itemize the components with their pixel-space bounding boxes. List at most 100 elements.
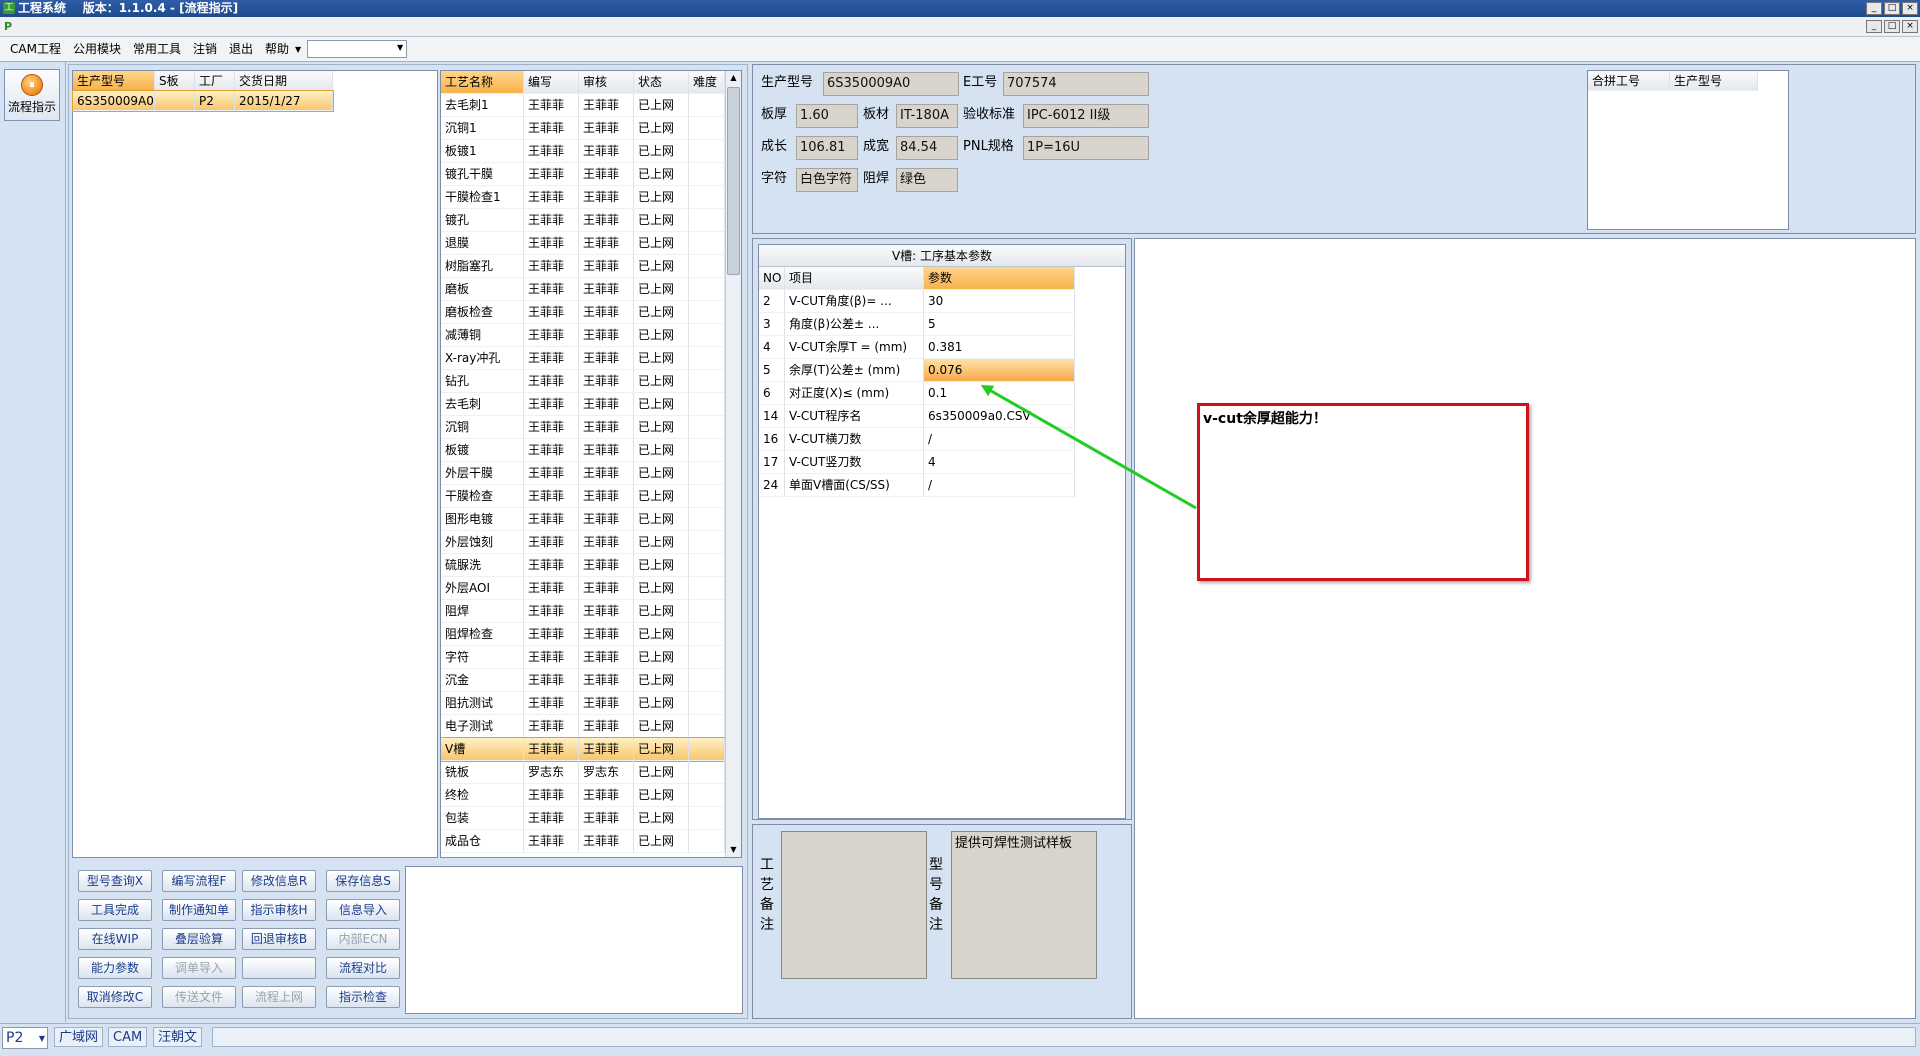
- table-row[interactable]: 磨板 王菲菲 王菲菲 已上网: [441, 278, 725, 301]
- table-row[interactable]: 3 角度(β)公差± ... 5: [759, 313, 1075, 336]
- field-mask[interactable]: 绿色: [896, 168, 958, 192]
- table-row[interactable]: 去毛刺 王菲菲 王菲菲 已上网: [441, 393, 725, 416]
- table-row[interactable]: 6S350009A0 P2 2015/1/27: [72, 90, 334, 112]
- table-row[interactable]: 字符 王菲菲 王菲菲 已上网: [441, 646, 725, 669]
- mdi-close-button[interactable]: ×: [1902, 20, 1918, 33]
- action-button-r4-c0[interactable]: 取消修改C: [78, 986, 152, 1008]
- table-row[interactable]: 沉金 王菲菲 王菲菲 已上网: [441, 669, 725, 692]
- table-row[interactable]: 外层干膜 王菲菲 王菲菲 已上网: [441, 462, 725, 485]
- flow-indication-button[interactable]: ⏸ 流程指示: [4, 69, 60, 121]
- message-box[interactable]: [405, 866, 743, 1014]
- action-button-r0-c3[interactable]: 保存信息S: [326, 870, 400, 892]
- params-col-item[interactable]: 项目: [785, 267, 924, 290]
- field-standard[interactable]: IPC-6012 II级: [1023, 104, 1149, 128]
- table-row[interactable]: 镀孔 王菲菲 王菲菲 已上网: [441, 209, 725, 232]
- action-button-r0-c0[interactable]: 型号查询X: [78, 870, 152, 892]
- process-col-reviewer[interactable]: 审核: [579, 71, 634, 94]
- action-button-r2-c1[interactable]: 叠层验算: [162, 928, 236, 950]
- table-row[interactable]: X-ray冲孔 王菲菲 王菲菲 已上网: [441, 347, 725, 370]
- action-button-r0-c2[interactable]: 修改信息R: [242, 870, 316, 892]
- menu-logout[interactable]: 注销: [187, 37, 223, 61]
- action-button-r2-c2[interactable]: 回退审核B: [242, 928, 316, 950]
- mdi-restore-button[interactable]: □: [1884, 20, 1900, 33]
- field-pnl[interactable]: 1P=16U: [1023, 136, 1149, 160]
- table-row[interactable]: 干膜检查1 王菲菲 王菲菲 已上网: [441, 186, 725, 209]
- menu-combo[interactable]: ▼: [307, 40, 408, 58]
- table-row[interactable]: 板镀1 王菲菲 王菲菲 已上网: [441, 140, 725, 163]
- process-remark-field[interactable]: [781, 831, 927, 979]
- table-row[interactable]: 树脂塞孔 王菲菲 王菲菲 已上网: [441, 255, 725, 278]
- minimize-button[interactable]: _: [1866, 2, 1882, 15]
- action-button-r3-c3[interactable]: 流程对比: [326, 957, 400, 979]
- process-col-name[interactable]: 工艺名称: [441, 71, 524, 94]
- menu-exit[interactable]: 退出: [223, 37, 259, 61]
- process-col-status[interactable]: 状态: [634, 71, 689, 94]
- field-legend[interactable]: 白色字符: [796, 168, 858, 192]
- menu-cam[interactable]: CAM工程: [4, 37, 67, 61]
- table-row[interactable]: 磨板检查 王菲菲 王菲菲 已上网: [441, 301, 725, 324]
- action-button-r4-c1[interactable]: 传送文件: [162, 986, 236, 1008]
- field-width[interactable]: 84.54: [896, 136, 958, 160]
- close-button[interactable]: ×: [1902, 2, 1918, 15]
- process-scrollbar[interactable]: ▲ ▼: [725, 71, 741, 857]
- action-button-r3-c1[interactable]: 调单导入: [162, 957, 236, 979]
- table-row[interactable]: 钻孔 王菲菲 王菲菲 已上网: [441, 370, 725, 393]
- table-row[interactable]: 干膜检查 王菲菲 王菲菲 已上网: [441, 485, 725, 508]
- table-row[interactable]: 退膜 王菲菲 王菲菲 已上网: [441, 232, 725, 255]
- table-row[interactable]: 铣板 罗志东 罗志东 已上网: [441, 761, 725, 784]
- field-model[interactable]: 6S350009A0: [823, 72, 959, 96]
- table-row[interactable]: 电子测试 王菲菲 王菲菲 已上网: [441, 715, 725, 738]
- table-row[interactable]: 沉铜 王菲菲 王菲菲 已上网: [441, 416, 725, 439]
- params-col-no[interactable]: NO: [759, 267, 785, 290]
- table-row[interactable]: 图形电镀 王菲菲 王菲菲 已上网: [441, 508, 725, 531]
- menu-tools[interactable]: 常用工具: [127, 37, 187, 61]
- process-col-writer[interactable]: 编写: [524, 71, 579, 94]
- action-button-r1-c2[interactable]: 指示审核H: [242, 899, 316, 921]
- orders-col-factory[interactable]: 工厂: [195, 71, 235, 91]
- menu-help[interactable]: 帮助: [259, 37, 295, 61]
- table-row[interactable]: 4 V-CUT余厚T = (mm) 0.381: [759, 336, 1075, 359]
- mdi-minimize-button[interactable]: _: [1866, 20, 1882, 33]
- table-row[interactable]: 2 V-CUT角度(β)= ... 30: [759, 290, 1075, 313]
- field-e-no[interactable]: 707574: [1003, 72, 1149, 96]
- action-button-r2-c3[interactable]: 内部ECN: [326, 928, 400, 950]
- table-row[interactable]: 外层AOI 王菲菲 王菲菲 已上网: [441, 577, 725, 600]
- scroll-up-icon[interactable]: ▲: [726, 71, 741, 85]
- field-material[interactable]: IT-180A: [896, 104, 958, 128]
- table-row[interactable]: V槽 王菲菲 王菲菲 已上网: [441, 737, 726, 762]
- table-row[interactable]: 外层蚀刻 王菲菲 王菲菲 已上网: [441, 531, 725, 554]
- model-remark-field[interactable]: 提供可焊性测试样板: [951, 831, 1097, 979]
- action-button-r1-c3[interactable]: 信息导入: [326, 899, 400, 921]
- table-row[interactable]: 减薄铜 王菲菲 王菲菲 已上网: [441, 324, 725, 347]
- table-row[interactable]: 硫脲洗 王菲菲 王菲菲 已上网: [441, 554, 725, 577]
- field-length[interactable]: 106.81: [796, 136, 858, 160]
- table-row[interactable]: 阻焊检查 王菲菲 王菲菲 已上网: [441, 623, 725, 646]
- orders-col-date[interactable]: 交货日期: [235, 71, 333, 91]
- action-button-r1-c1[interactable]: 制作通知单: [162, 899, 236, 921]
- table-row[interactable]: 阻抗测试 王菲菲 王菲菲 已上网: [441, 692, 725, 715]
- scroll-down-icon[interactable]: ▼: [726, 843, 741, 857]
- merge-col-job[interactable]: 合拼工号: [1588, 71, 1670, 91]
- action-button-r4-c2[interactable]: 流程上网: [242, 986, 316, 1008]
- table-row[interactable]: 去毛刺1 王菲菲 王菲菲 已上网: [441, 94, 725, 117]
- params-grid[interactable]: V槽: 工序基本参数 NO 项目 参数 2 V-CUT角度(β)= ... 30 3 角…: [758, 244, 1126, 819]
- action-button-r3-c0[interactable]: 能力参数: [78, 957, 152, 979]
- action-button-r4-c3[interactable]: 指示检查: [326, 986, 400, 1008]
- scroll-thumb[interactable]: [727, 87, 740, 275]
- action-button-r0-c1[interactable]: 编写流程F: [162, 870, 236, 892]
- field-thickness[interactable]: 1.60: [796, 104, 858, 128]
- factory-select[interactable]: P2 ▼: [2, 1027, 48, 1049]
- process-grid[interactable]: 工艺名称 编写 审核 状态 难度 去毛刺1 王菲菲 王菲菲 已上网 沉铜1 王菲菲 王菲菲已…: [440, 70, 742, 858]
- process-col-difficulty[interactable]: 难度: [689, 71, 725, 94]
- maximize-button[interactable]: □: [1884, 2, 1900, 15]
- menu-public-modules[interactable]: 公用模块: [67, 37, 127, 61]
- table-row[interactable]: 包装 王菲菲 王菲菲 已上网: [441, 807, 725, 830]
- merge-col-model[interactable]: 生产型号: [1670, 71, 1758, 91]
- orders-grid[interactable]: 生产型号 S板 工厂 交货日期 6S350009A0 P2 2015/1/27: [72, 70, 438, 858]
- table-row[interactable]: 沉铜1 王菲菲 王菲菲 已上网: [441, 117, 725, 140]
- params-col-value[interactable]: 参数: [924, 267, 1075, 290]
- action-button-r2-c0[interactable]: 在线WIP: [78, 928, 152, 950]
- orders-col-model[interactable]: 生产型号: [73, 71, 155, 91]
- table-row[interactable]: 终检 王菲菲 王菲菲 已上网: [441, 784, 725, 807]
- action-button-r3-c2[interactable]: [242, 957, 316, 979]
